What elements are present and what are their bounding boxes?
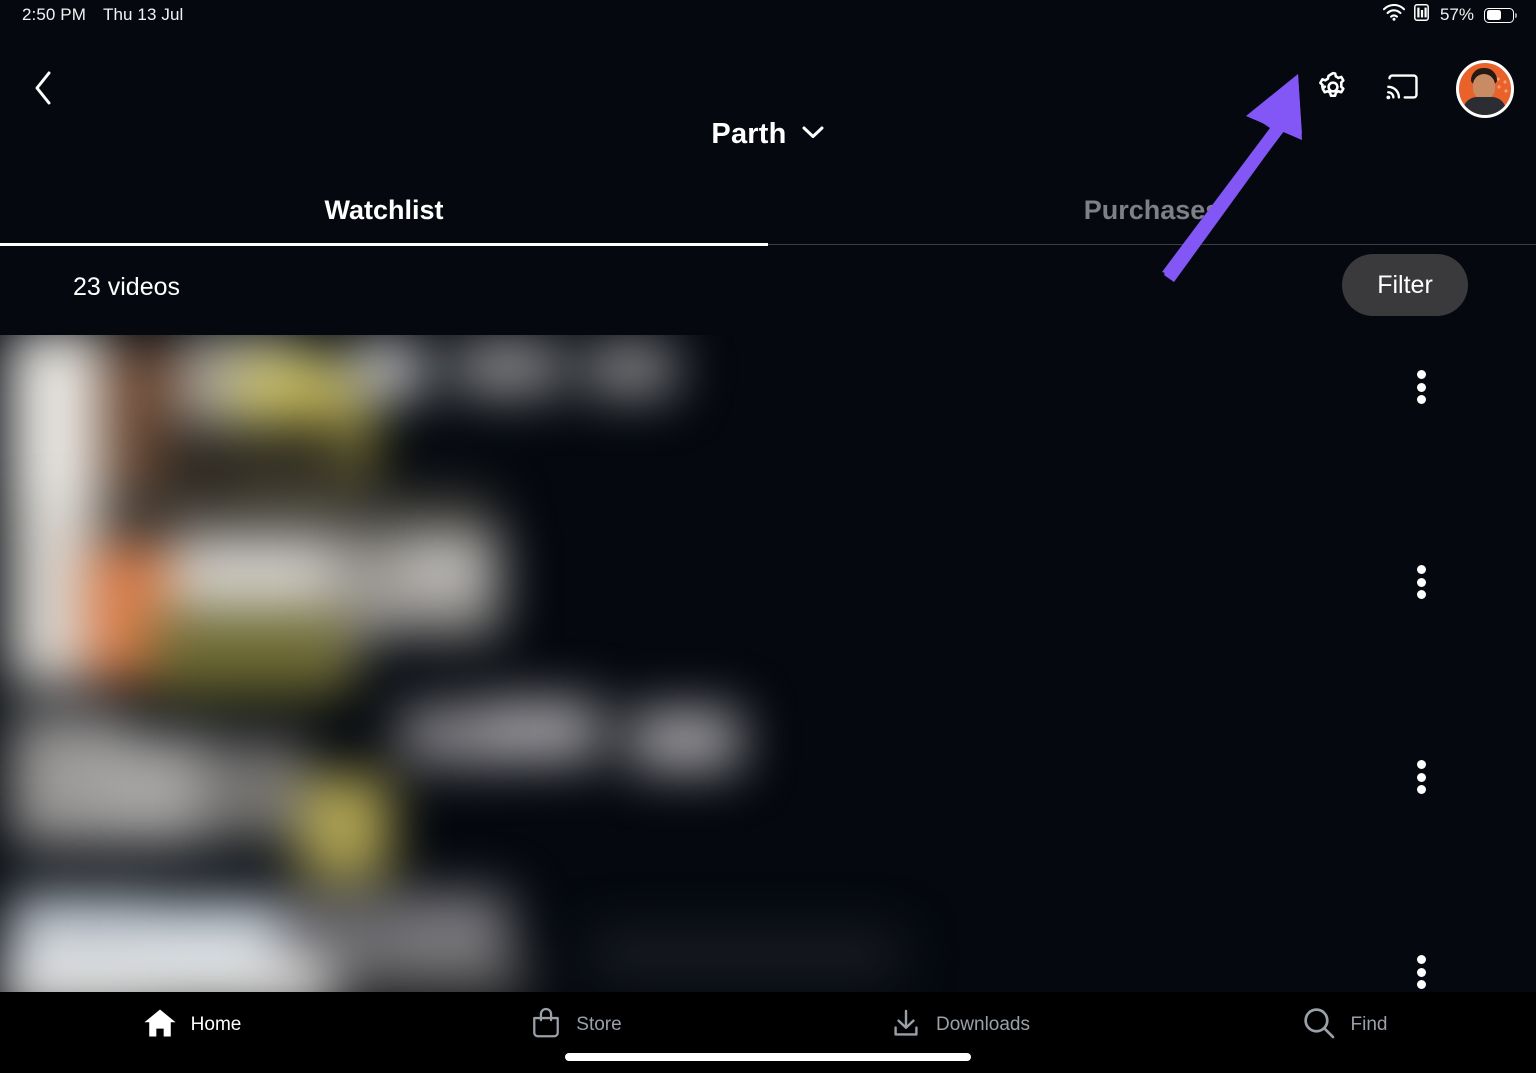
nav-label-home: Home — [190, 1014, 242, 1035]
tab-purchases[interactable]: Purchases — [768, 178, 1536, 242]
video-count-label: 23 videos — [73, 273, 181, 301]
table-row[interactable] — [1407, 370, 1435, 404]
search-icon — [1301, 1005, 1337, 1046]
tab-baseline — [768, 244, 1536, 245]
status-bar-right: 57% — [1382, 3, 1517, 26]
blurred-thumbnails — [0, 335, 1536, 992]
avatar-body — [1463, 97, 1506, 115]
overflow-menu-icon — [1416, 382, 1426, 392]
chevron-left-icon — [33, 71, 53, 110]
profile-name: Parth — [711, 118, 787, 150]
app-header — [0, 30, 1536, 118]
app-root: 2:50 PM Thu 13 Jul 57% Parth Watchlist P… — [0, 0, 1536, 1073]
shopping-bag-icon — [530, 1007, 562, 1044]
tab-bar: Watchlist Purchases — [0, 178, 1536, 246]
download-icon — [890, 1007, 922, 1044]
status-date: Thu 13 Jul — [103, 5, 184, 24]
cast-button[interactable] — [1386, 72, 1420, 106]
overflow-menu-icon — [1416, 785, 1426, 794]
home-icon — [143, 1007, 177, 1044]
wifi-icon — [1382, 3, 1406, 26]
settings-button[interactable] — [1316, 70, 1350, 109]
nav-label-store: Store — [576, 1014, 622, 1035]
tab-active-underline — [0, 243, 768, 246]
overflow-menu-icon — [1416, 772, 1426, 782]
home-indicator[interactable] — [565, 1053, 971, 1061]
video-list[interactable] — [0, 335, 1536, 992]
nav-item-find[interactable]: Find — [1152, 992, 1536, 1050]
nav-item-home[interactable]: Home — [0, 992, 384, 1050]
header-actions — [1316, 60, 1514, 118]
chevron-down-icon — [801, 124, 825, 145]
back-button[interactable] — [25, 71, 61, 110]
status-time: 2:50 PM — [22, 5, 87, 24]
filter-button[interactable]: Filter — [1342, 254, 1468, 316]
table-row[interactable] — [1407, 760, 1435, 794]
nav-label-downloads: Downloads — [936, 1014, 1030, 1035]
overflow-menu-icon — [1416, 590, 1426, 599]
overflow-menu-icon — [1416, 370, 1426, 379]
nav-label-find: Find — [1350, 1014, 1388, 1035]
overflow-menu-icon — [1416, 955, 1426, 964]
overflow-menu-icon — [1416, 967, 1426, 977]
overflow-menu-icon — [1416, 577, 1426, 587]
status-bar: 2:50 PM Thu 13 Jul 57% — [0, 0, 1536, 30]
overflow-menu-icon — [1416, 565, 1426, 574]
overflow-menu-icon — [1416, 395, 1426, 404]
list-header: 23 videos Filter — [0, 247, 1536, 339]
avatar[interactable] — [1456, 60, 1514, 118]
overflow-menu-icon — [1416, 760, 1426, 769]
avatar-face — [1473, 74, 1495, 99]
table-row[interactable] — [1407, 565, 1435, 599]
gear-icon — [1316, 70, 1350, 109]
profile-selector[interactable]: Parth — [0, 118, 1536, 151]
tab-watchlist[interactable]: Watchlist — [0, 178, 768, 242]
battery-percent: 57% — [1439, 5, 1474, 24]
nav-item-store[interactable]: Store — [384, 992, 768, 1050]
nav-item-downloads[interactable]: Downloads — [768, 992, 1152, 1050]
battery-icon — [1484, 7, 1517, 23]
cast-icon — [1386, 72, 1420, 106]
status-bar-left: 2:50 PM Thu 13 Jul — [22, 5, 183, 25]
avatar-pattern — [1496, 77, 1508, 97]
signal-bars-icon — [1414, 4, 1429, 26]
bottom-nav: Home Store Downloads Find — [0, 992, 1536, 1073]
overflow-menu-icon — [1416, 980, 1426, 989]
table-row[interactable] — [1407, 955, 1435, 989]
